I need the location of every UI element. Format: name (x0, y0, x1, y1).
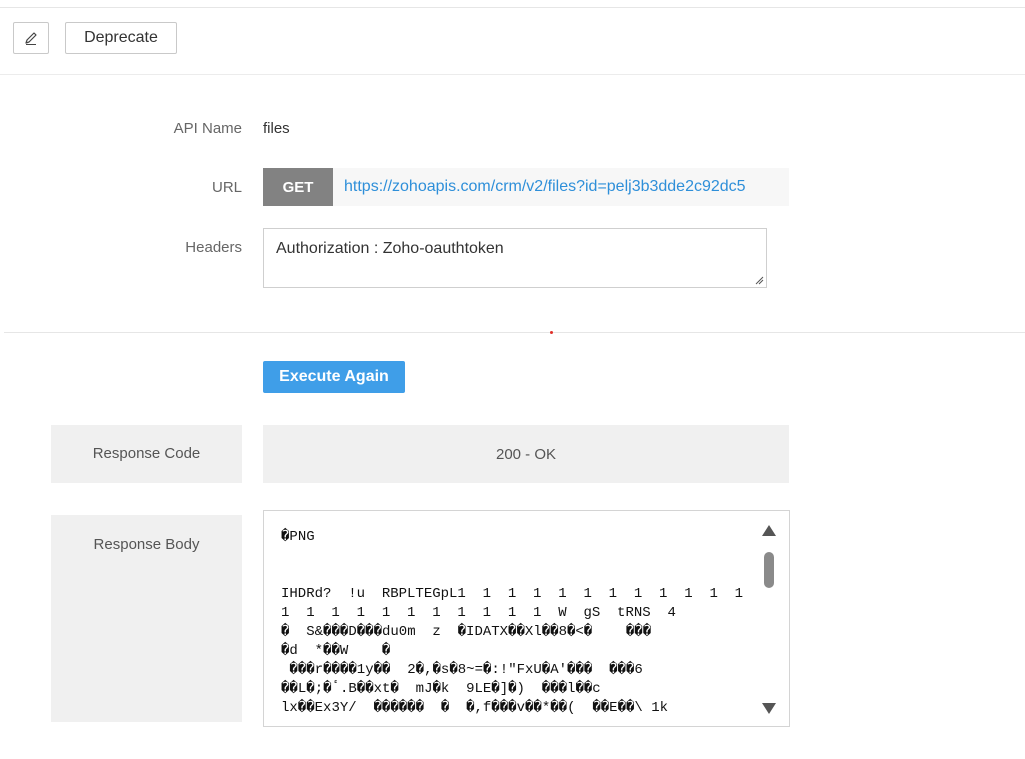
response-code-label: Response Code (51, 425, 242, 483)
response-body-label: Response Body (51, 515, 242, 722)
indicator-dot (550, 331, 553, 334)
execute-again-button[interactable]: Execute Again (263, 361, 405, 393)
scroll-up-icon[interactable] (762, 525, 776, 536)
headers-label: Headers (185, 239, 242, 256)
url-label: URL (211, 179, 242, 196)
api-name-value: files (263, 120, 290, 137)
headers-textarea[interactable]: Authorization : Zoho-oauthtoken (263, 228, 767, 288)
response-code-value: 200 - OK (263, 425, 789, 483)
resize-grip-icon[interactable] (754, 275, 764, 285)
api-name-label: API Name (173, 120, 242, 137)
api-detail-page: Deprecate API Name files URL GET https:/… (0, 0, 1025, 759)
pencil-icon (25, 32, 37, 45)
edit-button[interactable] (13, 22, 49, 54)
toolbar-divider (0, 74, 1025, 75)
scroll-thumb[interactable] (764, 552, 774, 588)
url-link[interactable]: https://zohoapis.com/crm/v2/files?id=pel… (344, 178, 746, 196)
url-field: https://zohoapis.com/crm/v2/files?id=pel… (333, 168, 789, 206)
response-body-scrollbar[interactable] (761, 525, 777, 715)
deprecate-button[interactable]: Deprecate (65, 22, 177, 54)
http-method-badge: GET (263, 168, 333, 206)
section-divider (4, 332, 1025, 333)
top-divider (0, 7, 1025, 8)
response-body-content: �PNG IHDRd? !u RBPLTEGpL1 1 1 1 1 1 1 1 … (281, 529, 744, 716)
headers-value: Authorization : Zoho-oauthtoken (276, 240, 504, 257)
response-body-panel[interactable]: �PNG IHDRd? !u RBPLTEGpL1 1 1 1 1 1 1 1 … (263, 510, 790, 727)
scroll-down-icon[interactable] (762, 703, 776, 714)
